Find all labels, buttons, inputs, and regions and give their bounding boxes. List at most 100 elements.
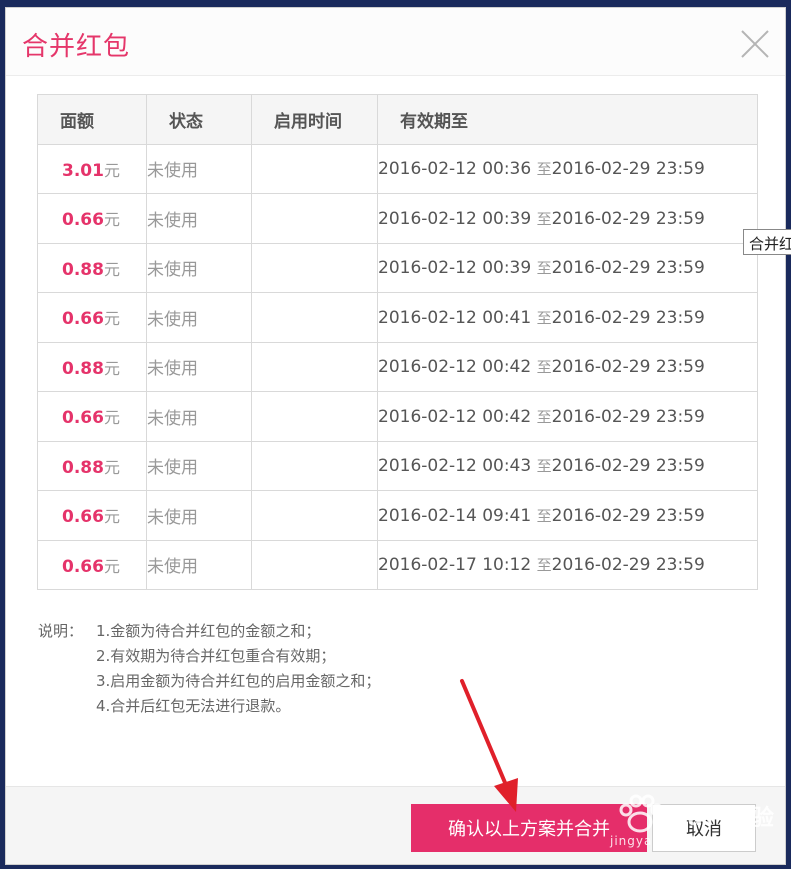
amount-unit: 元 [103, 358, 120, 378]
valid-from: 2016-02-12 00:42 [378, 357, 532, 378]
start-time-cell [251, 391, 378, 442]
valid-to: 2016-02-29 23:59 [551, 307, 705, 328]
table-row: 0.88元 未使用 2016-02-12 00:42 至2016-02-29 23:… [37, 341, 758, 392]
to-separator: 至 [536, 308, 552, 327]
amount-cell: 0.66元 [37, 490, 147, 541]
confirm-merge-button[interactable]: 确认以上方案并合并 [411, 804, 647, 852]
valid-from: 2016-02-14 09:41 [378, 505, 532, 526]
to-separator: 至 [536, 407, 552, 426]
amount-value: 0.88 [62, 259, 104, 280]
column-header-valid-until: 有效期至 [377, 94, 758, 145]
close-icon[interactable] [739, 28, 771, 60]
column-header-status: 状态 [146, 94, 252, 145]
note-item: 4.合并后红包无法进行退款。 [96, 697, 291, 715]
validity-cell: 2016-02-14 09:41 至2016-02-29 23:59 [377, 490, 758, 541]
status-cell: 未使用 [146, 143, 252, 194]
status-cell: 未使用 [146, 292, 252, 343]
valid-to: 2016-02-29 23:59 [551, 159, 705, 180]
amount-value: 0.66 [62, 408, 104, 429]
amount-unit: 元 [103, 556, 120, 576]
dialog-title: 合并红包 [22, 32, 131, 62]
amount-value: 0.66 [62, 556, 104, 577]
to-separator: 至 [536, 358, 552, 377]
status-cell: 未使用 [146, 193, 252, 244]
table-row: 0.66元 未使用 2016-02-12 00:42 至2016-02-29 23:… [37, 391, 758, 442]
validity-cell: 2016-02-12 00:41 至2016-02-29 23:59 [377, 292, 758, 343]
valid-to: 2016-02-29 23:59 [551, 258, 705, 279]
validity-cell: 2016-02-12 00:36 至2016-02-29 23:59 [377, 143, 758, 194]
start-time-cell [251, 341, 378, 392]
status-cell: 未使用 [146, 490, 252, 541]
valid-from: 2016-02-17 10:12 [378, 555, 532, 576]
merge-tooltip: 合并红包 [743, 229, 791, 255]
status-cell: 未使用 [146, 539, 252, 590]
table-row: 3.01元 未使用 2016-02-12 00:36 至2016-02-29 23:… [37, 143, 758, 194]
amount-value: 0.66 [62, 309, 104, 330]
to-separator: 至 [536, 259, 552, 278]
note-item: 1.金额为待合并红包的金额之和； [96, 622, 321, 640]
amount-unit: 元 [103, 457, 120, 477]
red-packet-table: 面额 状态 启用时间 有效期至 3.01元 未使用 2016-02-12 00:36… [37, 94, 758, 590]
table-row: 0.88元 未使用 2016-02-12 00:39 至2016-02-29 23:… [37, 242, 758, 293]
start-time-cell [251, 292, 378, 343]
amount-cell: 0.88元 [37, 242, 147, 293]
amount-value: 0.88 [62, 358, 104, 379]
amount-cell: 3.01元 [37, 143, 147, 194]
start-time-cell [251, 539, 378, 590]
cancel-button[interactable]: 取消 [652, 804, 756, 852]
valid-to: 2016-02-29 23:59 [551, 406, 705, 427]
column-header-amount: 面额 [37, 94, 147, 145]
validity-cell: 2016-02-12 00:39 至2016-02-29 23:59 [377, 242, 758, 293]
table-row: 0.66元 未使用 2016-02-17 10:12 至2016-02-29 23:… [37, 539, 758, 590]
valid-to: 2016-02-29 23:59 [551, 456, 705, 477]
amount-cell: 0.66元 [37, 193, 147, 244]
valid-to: 2016-02-29 23:59 [551, 505, 705, 526]
note-item: 2.有效期为待合并红包重合有效期； [96, 647, 336, 665]
to-separator: 至 [536, 457, 552, 476]
valid-from: 2016-02-12 00:41 [378, 307, 532, 328]
amount-value: 0.88 [62, 457, 104, 478]
validity-cell: 2016-02-17 10:12 至2016-02-29 23:59 [377, 539, 758, 590]
amount-cell: 0.66元 [37, 391, 147, 442]
dialog-titlebar: 合并红包 [6, 8, 785, 76]
column-header-start-time: 启用时间 [251, 94, 378, 145]
validity-cell: 2016-02-12 00:42 至2016-02-29 23:59 [377, 391, 758, 442]
amount-cell: 0.88元 [37, 440, 147, 491]
amount-cell: 0.88元 [37, 341, 147, 392]
amount-unit: 元 [103, 160, 120, 180]
amount-value: 0.66 [62, 507, 104, 528]
status-cell: 未使用 [146, 341, 252, 392]
amount-unit: 元 [103, 309, 120, 329]
table-row: 0.88元 未使用 2016-02-12 00:43 至2016-02-29 23:… [37, 440, 758, 491]
validity-cell: 2016-02-12 00:43 至2016-02-29 23:59 [377, 440, 758, 491]
start-time-cell [251, 242, 378, 293]
amount-value: 0.66 [62, 210, 104, 231]
valid-to: 2016-02-29 23:59 [551, 357, 705, 378]
to-separator: 至 [536, 209, 552, 228]
amount-unit: 元 [103, 408, 120, 428]
start-time-cell [251, 143, 378, 194]
status-cell: 未使用 [146, 391, 252, 442]
notes-label: 说明： [38, 622, 84, 640]
start-time-cell [251, 440, 378, 491]
amount-unit: 元 [103, 507, 120, 527]
table-header-row: 面额 状态 启用时间 有效期至 [37, 94, 758, 145]
status-cell: 未使用 [146, 440, 252, 491]
start-time-cell [251, 490, 378, 541]
valid-from: 2016-02-12 00:42 [378, 406, 532, 427]
validity-cell: 2016-02-12 00:42 至2016-02-29 23:59 [377, 341, 758, 392]
valid-to: 2016-02-29 23:59 [551, 208, 705, 229]
to-separator: 至 [536, 556, 552, 575]
note-item: 3.启用金额为待合并红包的启用金额之和； [96, 672, 381, 690]
amount-unit: 元 [103, 210, 120, 230]
validity-cell: 2016-02-12 00:39 至2016-02-29 23:59 [377, 193, 758, 244]
amount-cell: 0.66元 [37, 539, 147, 590]
merge-red-packet-dialog: 合并红包 面额 状态 启用时间 有效期至 3.01元 未使用 2016-02-12 … [5, 7, 786, 865]
amount-cell: 0.66元 [37, 292, 147, 343]
status-cell: 未使用 [146, 242, 252, 293]
table-row: 0.66元 未使用 2016-02-12 00:41 至2016-02-29 23:… [37, 292, 758, 343]
amount-unit: 元 [103, 259, 120, 279]
valid-to: 2016-02-29 23:59 [551, 555, 705, 576]
valid-from: 2016-02-12 00:39 [378, 208, 532, 229]
dialog-footer: 确认以上方案并合并 取消 [6, 786, 785, 864]
